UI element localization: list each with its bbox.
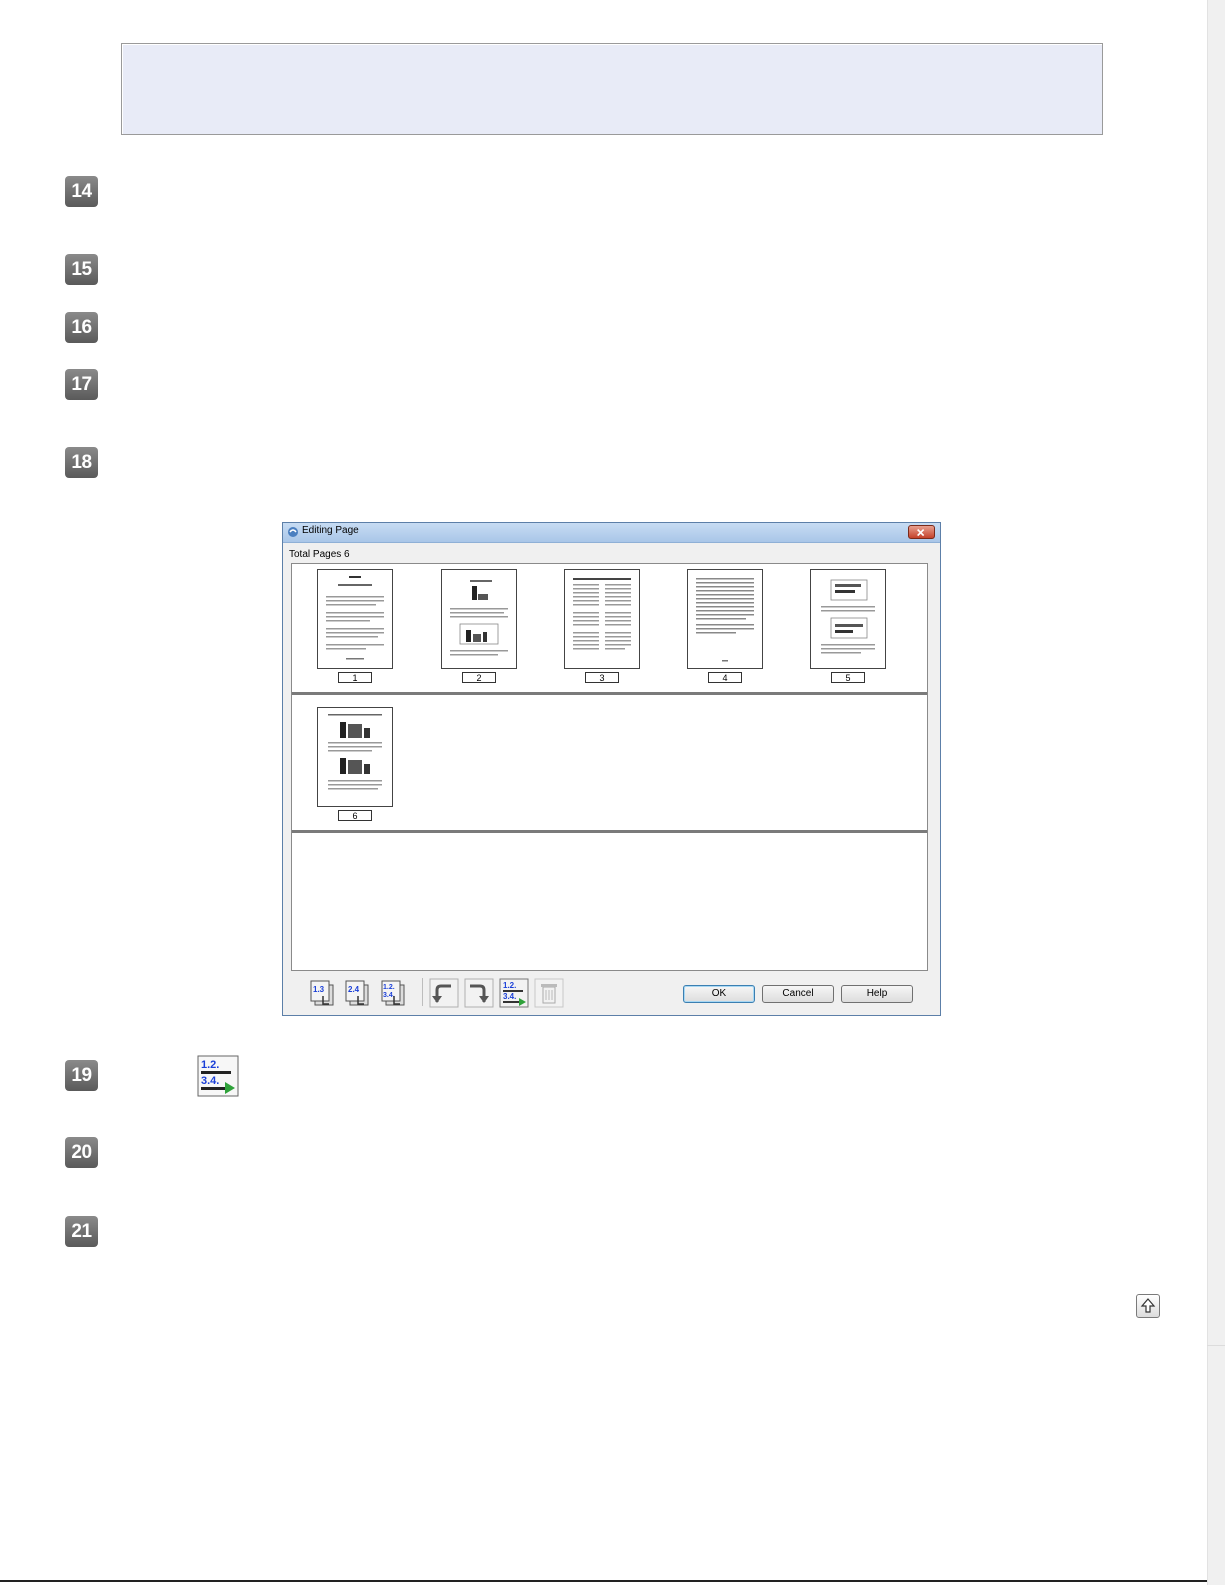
arrow-up-icon xyxy=(1140,1298,1156,1313)
page-preview xyxy=(328,714,382,790)
cancel-button[interactable]: Cancel xyxy=(762,985,834,1003)
delete-icon[interactable] xyxy=(534,978,564,1008)
rotate-left-icon[interactable] xyxy=(429,978,459,1008)
page-number-label: 5 xyxy=(831,672,865,683)
page-preview xyxy=(696,578,754,662)
svg-text:3.4.: 3.4. xyxy=(383,992,395,999)
page-number-label: 6 xyxy=(338,810,372,821)
page-number-label: 1 xyxy=(338,672,372,683)
page-thumbnail-2[interactable] xyxy=(441,569,517,669)
step-number-19: 19 xyxy=(65,1060,98,1091)
toolbar-separator xyxy=(422,978,423,1006)
step-number-21: 21 xyxy=(65,1216,98,1247)
close-button[interactable] xyxy=(908,525,935,539)
svg-text:2.4: 2.4 xyxy=(348,985,360,994)
page-preview xyxy=(450,580,508,656)
note-box xyxy=(121,43,1103,135)
reorder-pages-icon[interactable]: 1.2. 3.4. xyxy=(499,978,529,1008)
select-all-pages-icon[interactable]: 1.2. 3.4. xyxy=(378,978,408,1008)
svg-text:3.4.: 3.4. xyxy=(201,1075,219,1087)
step-number-14: 14 xyxy=(65,176,98,207)
total-pages-label: Total Pages 6 xyxy=(289,549,350,560)
page-number-label: 3 xyxy=(585,672,619,683)
close-icon xyxy=(917,528,925,537)
ok-button[interactable]: OK xyxy=(683,985,755,1003)
select-even-pages-icon[interactable]: 2.4 xyxy=(342,978,372,1008)
page-preview xyxy=(821,579,875,654)
help-button[interactable]: Help xyxy=(841,985,913,1003)
step-number-16: 16 xyxy=(65,312,98,343)
step-number-20: 20 xyxy=(65,1137,98,1168)
bottom-rule xyxy=(0,1580,1207,1582)
page-thumbnail-6[interactable] xyxy=(317,707,393,807)
scanner-app-icon xyxy=(288,527,298,537)
svg-text:1.2.: 1.2. xyxy=(383,984,395,991)
page-preview xyxy=(573,578,631,650)
page-preview xyxy=(326,576,384,660)
svg-text:3.4.: 3.4. xyxy=(503,992,516,1001)
row-divider xyxy=(292,830,927,833)
page-thumbnail-4[interactable] xyxy=(687,569,763,669)
row-divider xyxy=(292,692,927,695)
dialog-titlebar[interactable]: Editing Page xyxy=(283,523,940,543)
page-number-label: 4 xyxy=(708,672,742,683)
page-number-label: 2 xyxy=(462,672,496,683)
step-number-18: 18 xyxy=(65,447,98,478)
svg-text:1.2.: 1.2. xyxy=(503,981,516,990)
editing-page-dialog: Editing Page Total Pages 6 1 2 3 4 5 6 1… xyxy=(282,522,941,1016)
svg-text:1.2.: 1.2. xyxy=(201,1059,219,1071)
page-thumbnail-3[interactable] xyxy=(564,569,640,669)
scrollbar-divider xyxy=(1207,1345,1225,1346)
page-thumbnail-pane[interactable]: 1 2 3 4 5 6 xyxy=(291,563,928,971)
reorder-pages-icon: 1.2. 3.4. xyxy=(197,1055,239,1097)
page-thumbnail-1[interactable] xyxy=(317,569,393,669)
svg-text:1.3: 1.3 xyxy=(313,985,325,994)
step-number-17: 17 xyxy=(65,369,98,400)
page-thumbnail-5[interactable] xyxy=(810,569,886,669)
back-to-top-link[interactable] xyxy=(1136,1294,1160,1318)
select-odd-pages-icon[interactable]: 1.3 xyxy=(307,978,337,1008)
step-number-15: 15 xyxy=(65,254,98,285)
dialog-title: Editing Page xyxy=(302,525,359,536)
rotate-right-icon[interactable] xyxy=(464,978,494,1008)
scrollbar[interactable] xyxy=(1207,0,1225,1585)
